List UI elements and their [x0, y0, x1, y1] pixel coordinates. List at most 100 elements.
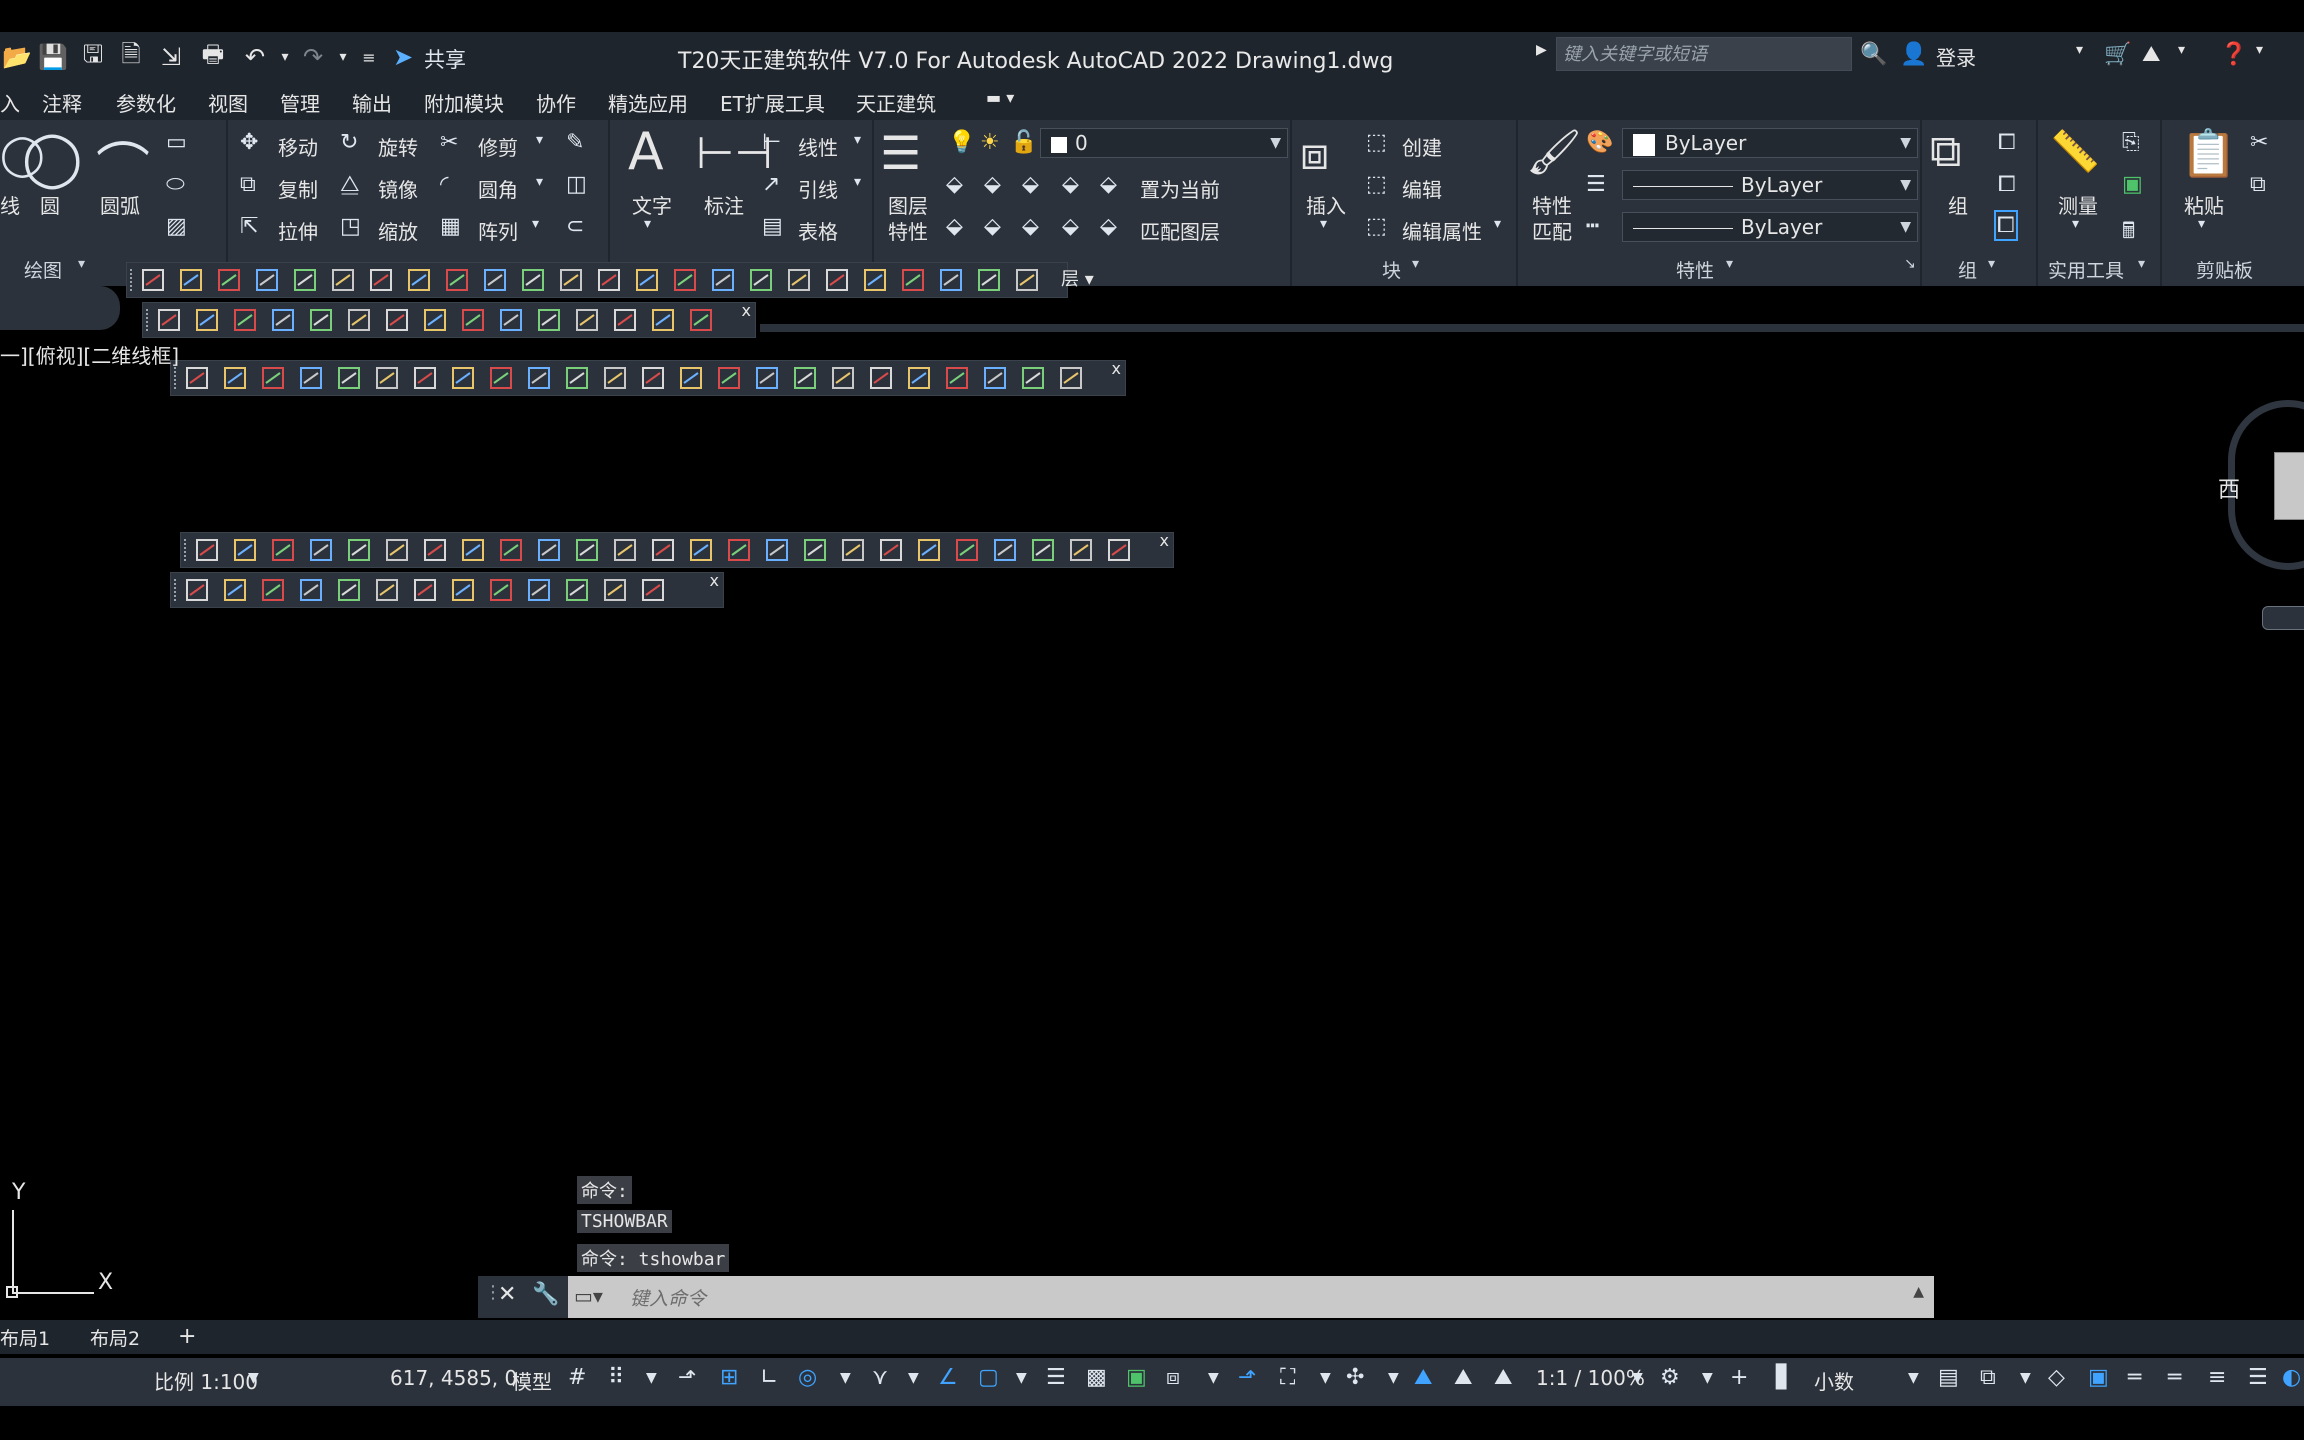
tab-manage[interactable]: 管理 — [280, 88, 320, 117]
toolbar-grip[interactable] — [130, 269, 136, 291]
close-icon[interactable]: ✕ — [498, 1282, 516, 1307]
layer-tool-2-icon[interactable]: ⬙ — [984, 172, 1001, 197]
fillet-button[interactable]: 圆角 — [478, 174, 518, 203]
toolbar-tool-icon[interactable] — [142, 269, 164, 291]
toolbar-tool-icon[interactable] — [386, 309, 408, 331]
measure-button[interactable]: 测量 — [2058, 190, 2098, 219]
infer-constraints-icon[interactable]: ⬏ — [678, 1365, 696, 1390]
toolbar-tool-icon[interactable] — [386, 539, 408, 561]
layer-tool-6-icon[interactable]: ⬙ — [984, 214, 1001, 239]
tab-tangent-arch[interactable]: 天正建筑 — [856, 88, 936, 117]
toolbar-5-icons[interactable] — [185, 577, 705, 605]
match-properties-label-2[interactable]: 匹配 — [1532, 216, 1572, 245]
linetype-icon[interactable]: ┅ — [1586, 214, 1599, 239]
toolbar-tool-icon[interactable] — [262, 579, 284, 601]
help-search-input[interactable]: 键入关键字或短语 — [1556, 37, 1852, 71]
color-wheel-icon[interactable]: 🎨 — [1586, 130, 1613, 155]
publish-icon[interactable]: 🗎 — [116, 40, 146, 72]
toolbar-tool-icon[interactable] — [946, 367, 968, 389]
toolbar-tool-icon[interactable] — [908, 367, 930, 389]
quick-select-icon[interactable]: ▣ — [2122, 172, 2143, 197]
toolbar-tool-icon[interactable] — [462, 309, 484, 331]
id-point-icon[interactable]: ⎘ — [2122, 130, 2140, 155]
tab-layout1[interactable]: 布局1 — [0, 1324, 50, 1351]
gizmo-icon[interactable]: ✣ — [1346, 1365, 1364, 1390]
scale-dropdown-icon[interactable]: ▼ — [248, 1370, 259, 1386]
dynamic-ucs-icon[interactable]: ⬏ — [1238, 1365, 1256, 1390]
fillet-icon[interactable]: ◜ — [440, 172, 449, 197]
create-block-button[interactable]: 创建 — [1402, 132, 1442, 161]
groups-panel-title[interactable]: 组 — [1958, 256, 1977, 283]
group-select-icon[interactable]: ⧠ — [1994, 210, 2018, 241]
mirror-button[interactable]: 镜像 — [378, 174, 418, 203]
tab-layout2[interactable]: 布局2 — [90, 1324, 140, 1351]
paste-dropdown-icon[interactable]: ▾ — [2198, 216, 2205, 232]
layer-properties-icon[interactable]: ☰ — [880, 126, 921, 180]
lock-ui-icon[interactable]: ⧉ — [1980, 1365, 1996, 1390]
toolbar-tool-icon[interactable] — [652, 309, 674, 331]
layer-properties-label-1[interactable]: 图层 — [888, 190, 928, 219]
toolbar-tool-icon[interactable] — [642, 579, 664, 601]
gizmo-dropdown-icon[interactable]: ▼ — [1388, 1370, 1399, 1386]
tab-annotate[interactable]: 注释 — [42, 88, 82, 117]
selection-cycling-icon[interactable]: ▣ — [1126, 1365, 1147, 1390]
block-panel-title[interactable]: 块 — [1382, 256, 1401, 283]
edit-block-icon[interactable]: ⬚ — [1366, 172, 1387, 197]
toolbar-tool-icon[interactable] — [870, 367, 892, 389]
toolbar-tool-icon[interactable] — [452, 367, 474, 389]
block-panel-dropdown-icon[interactable]: ▾ — [1412, 256, 1419, 272]
leader-button[interactable]: 引线 — [798, 174, 838, 203]
toolbar-tool-icon[interactable] — [712, 269, 734, 291]
toolbar-tool-icon[interactable] — [718, 367, 740, 389]
toolbar-tool-icon[interactable] — [984, 367, 1006, 389]
isodraft-dropdown-icon[interactable]: ▼ — [908, 1370, 919, 1386]
edit-block-button[interactable]: 编辑 — [1402, 174, 1442, 203]
toolbar-tool-icon[interactable] — [338, 367, 360, 389]
autodesk-a360-icon[interactable]: ⛰ — [2142, 42, 2160, 67]
match-properties-label-1[interactable]: 特性 — [1532, 190, 1572, 219]
annotation-visibility-icon[interactable]: ⛰ — [1414, 1365, 1432, 1390]
annotation-scale-selector[interactable]: 1:1 / 100% — [1536, 1366, 1645, 1390]
toolbar-tool-icon[interactable] — [338, 579, 360, 601]
toolbar-tool-icon[interactable] — [880, 539, 902, 561]
ungroup-icon[interactable]: ⧠ — [1998, 130, 2016, 155]
toolbar-tool-icon[interactable] — [424, 539, 446, 561]
toolbar-tool-icon[interactable] — [522, 269, 544, 291]
thickness-icon[interactable]: ═ — [2168, 1365, 2181, 1390]
lineweight-dropdown[interactable]: ByLayer ▼ — [1622, 212, 1918, 242]
lock-ui-dropdown-icon[interactable]: ▼ — [2020, 1370, 2031, 1386]
draw-panel-title[interactable]: 绘图 — [24, 256, 62, 283]
array-dropdown-icon[interactable]: ▾ — [532, 216, 539, 232]
linetype-dropdown[interactable]: ByLayer ▼ — [1622, 170, 1918, 200]
export-icon[interactable]: ⇲ — [156, 42, 186, 72]
clipboard-panel-title[interactable]: 剪贴板 — [2196, 256, 2253, 283]
stretch-icon[interactable]: ⇱ — [240, 214, 258, 239]
filter-dropdown-icon[interactable]: ▼ — [1320, 1370, 1331, 1386]
utilities-panel-title[interactable]: 实用工具 — [2048, 256, 2124, 283]
toolbar-1-icons[interactable] — [141, 267, 1041, 295]
toolbar-tool-icon[interactable] — [370, 269, 392, 291]
command-prompt-icon[interactable]: ▭▾ — [574, 1284, 603, 1308]
mirror-icon[interactable]: ⧋ — [340, 172, 360, 197]
toolbar-tool-icon[interactable] — [158, 309, 180, 331]
toolbar-tool-icon[interactable] — [310, 309, 332, 331]
circle-button[interactable]: 圆 — [40, 190, 60, 219]
toolbar-tool-icon[interactable] — [376, 579, 398, 601]
customize-icon[interactable]: ☰ — [2248, 1365, 2268, 1390]
layer-tool-4-icon[interactable]: ⬙ — [1062, 172, 1079, 197]
toolbar-tool-icon[interactable] — [300, 579, 322, 601]
toolbar-tool-icon[interactable] — [408, 269, 430, 291]
toolbar-tool-icon[interactable] — [376, 367, 398, 389]
toolbar-tool-icon[interactable] — [224, 579, 246, 601]
tab-parametric[interactable]: 参数化 — [116, 88, 176, 117]
toolbar-tool-icon[interactable] — [674, 269, 696, 291]
auto-scale-icon[interactable]: ⛰ — [1454, 1365, 1472, 1390]
toolbar-2-icons[interactable] — [157, 307, 737, 335]
edit-attributes-button[interactable]: 编辑属性 — [1402, 216, 1482, 245]
selection-filter-icon[interactable]: ⛶ — [1280, 1365, 1295, 1390]
fillet-dropdown-icon[interactable]: ▾ — [536, 174, 543, 190]
toolbar-tool-icon[interactable] — [940, 269, 962, 291]
quick-properties-icon[interactable]: ▤ — [1938, 1365, 1959, 1390]
open-folder-icon[interactable]: 📂 — [2, 42, 32, 72]
toolbar-tool-icon[interactable] — [642, 367, 664, 389]
